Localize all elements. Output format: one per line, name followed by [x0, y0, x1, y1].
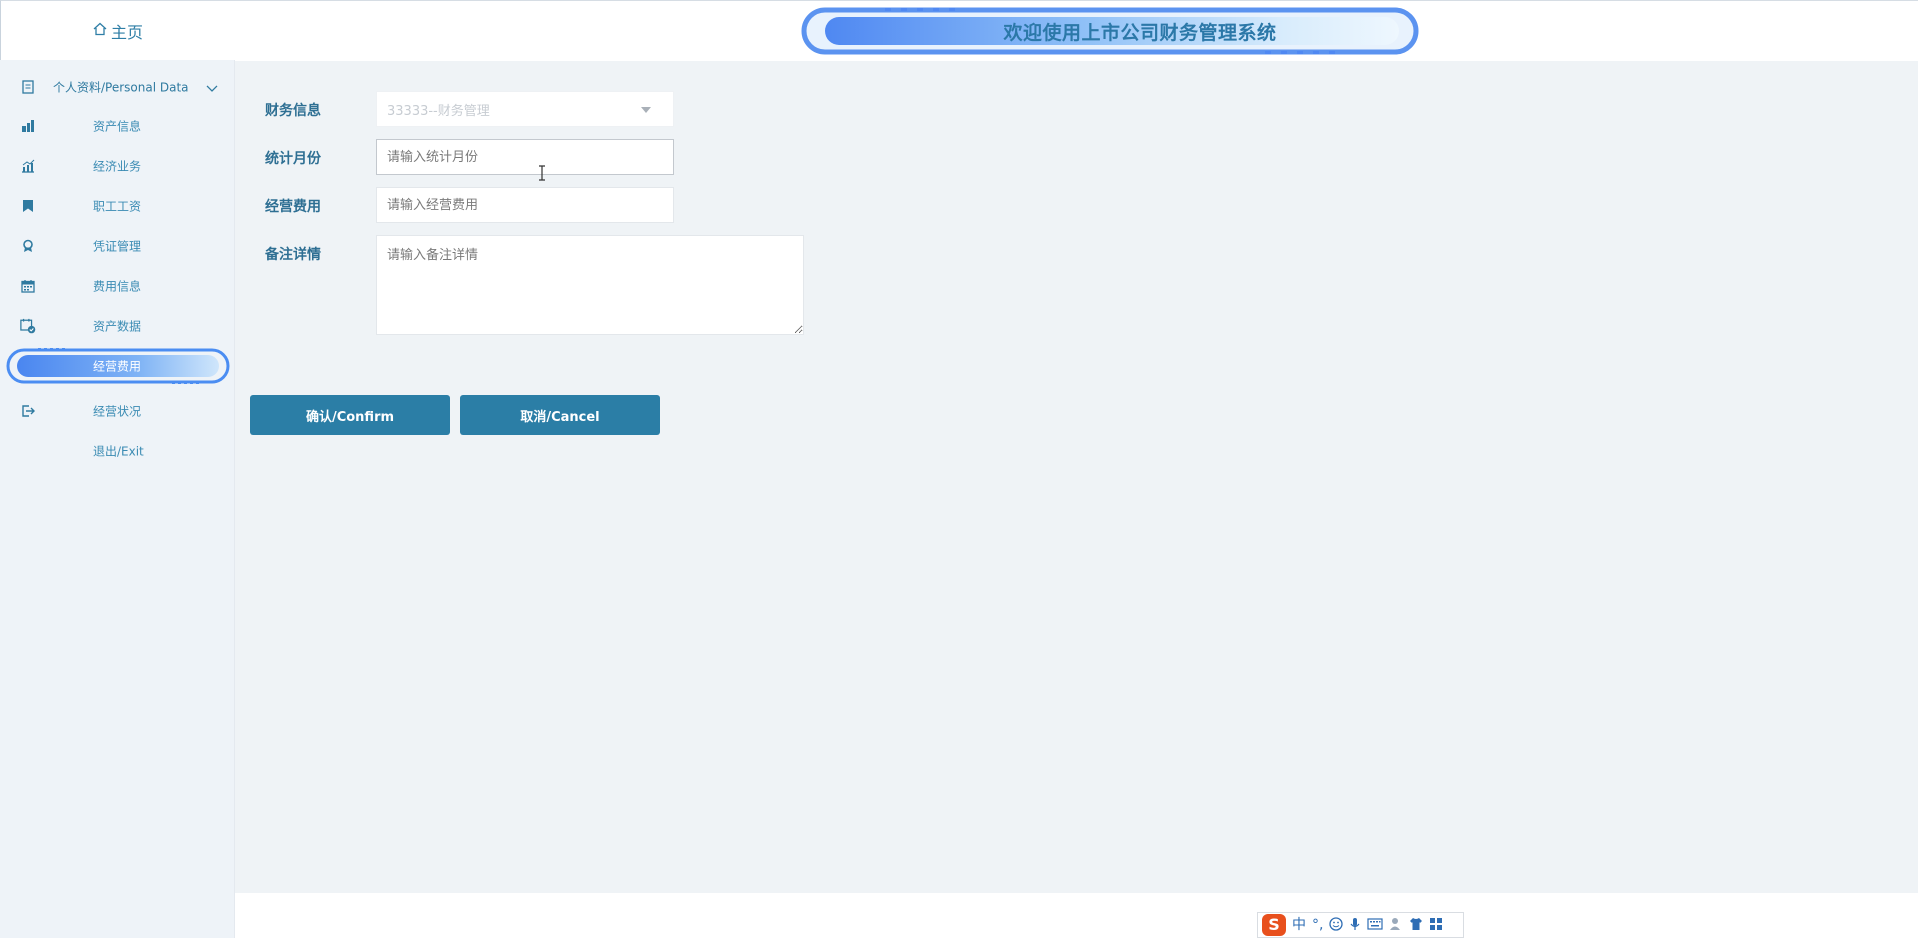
building-chart-icon	[20, 118, 36, 134]
remark-label: 备注详情	[265, 247, 321, 263]
expense-input[interactable]	[376, 187, 674, 223]
sidebar-item-label: 个人资料/Personal Data	[53, 80, 189, 95]
sidebar-item-label: 资产数据	[93, 319, 142, 334]
header-banner: 欢迎使用上市公司财务管理系统	[795, 5, 1425, 57]
sidebar-item-label: 退出/Exit	[93, 444, 144, 459]
sidebar-item-voucher-management[interactable]: 凭证管理	[0, 229, 235, 263]
text-cursor-icon	[539, 165, 545, 181]
sidebar-item-label: 费用信息	[93, 279, 142, 294]
sidebar-item-label: 职工工资	[93, 199, 142, 214]
microphone-icon[interactable]	[1349, 917, 1361, 934]
document-icon	[20, 79, 36, 95]
sidebar-item-label: 资产信息	[93, 119, 142, 134]
caret-down-icon	[641, 107, 651, 113]
home-icon	[93, 22, 107, 40]
main-content: 财务信息 33333--财务管理 统计月份 经营费用 备注详情 确认/Confi…	[235, 61, 1918, 893]
confirm-button[interactable]: 确认/Confirm	[250, 395, 450, 435]
skin-shirt-icon[interactable]	[1409, 917, 1423, 934]
remark-textarea[interactable]	[376, 235, 804, 335]
home-label: 主页	[110, 22, 143, 42]
sidebar-home-link[interactable]: 主页	[0, 0, 235, 60]
sidebar-item-exit[interactable]: 退出/Exit	[0, 434, 235, 468]
sidebar-item-economic-business[interactable]: 经济业务	[0, 149, 235, 183]
sidebar-item-label: 凭证管理	[93, 239, 142, 254]
finance-info-select[interactable]: 33333--财务管理	[376, 91, 674, 127]
sidebar-item-personal-data[interactable]: 个人资料/Personal Data	[0, 70, 235, 104]
badge-icon	[20, 238, 36, 254]
finance-info-label: 财务信息	[265, 103, 321, 119]
page-title: 欢迎使用上市公司财务管理系统	[1003, 21, 1277, 44]
sidebar: 主页 个人资料/Personal Data 资产信息 经济业务 职工工资 凭证管…	[0, 0, 235, 938]
user-settings-icon[interactable]	[1389, 917, 1403, 934]
sidebar-item-label: 经济业务	[93, 159, 142, 174]
sidebar-item-label: 经营费用	[93, 359, 142, 374]
grid-menu-icon[interactable]	[1429, 917, 1443, 934]
expense-label: 经营费用	[265, 199, 321, 215]
ime-logo-icon[interactable]: S	[1262, 914, 1286, 936]
sidebar-item-expense-info[interactable]: 费用信息	[0, 269, 235, 303]
sidebar-item-asset-data[interactable]: 资产数据	[0, 309, 235, 343]
header: 欢迎使用上市公司财务管理系统	[235, 0, 1918, 61]
bar-chart-icon	[20, 158, 36, 174]
sidebar-item-employee-salary[interactable]: 职工工资	[0, 189, 235, 223]
ime-mode-toggle[interactable]: 中	[1292, 918, 1306, 932]
sidebar-item-label: 经营状况	[93, 404, 142, 419]
ime-punctuation-toggle[interactable]: °,	[1312, 918, 1323, 932]
ime-toolbar: S 中 °,	[1257, 912, 1464, 938]
bookmark-icon	[20, 198, 36, 214]
keyboard-icon[interactable]	[1367, 917, 1384, 933]
calendar-icon	[20, 278, 36, 294]
exit-icon	[20, 403, 36, 419]
cancel-button[interactable]: 取消/Cancel	[460, 395, 660, 435]
calendar-check-icon	[20, 318, 36, 334]
month-input[interactable]	[376, 139, 674, 175]
month-label: 统计月份	[265, 151, 321, 167]
sidebar-item-asset-info[interactable]: 资产信息	[0, 109, 235, 143]
emoji-icon[interactable]	[1329, 916, 1344, 934]
finance-info-value: 33333--财务管理	[387, 103, 490, 119]
chevron-down-icon	[206, 81, 218, 95]
sidebar-item-operating-status[interactable]: 经营状况	[0, 394, 235, 428]
